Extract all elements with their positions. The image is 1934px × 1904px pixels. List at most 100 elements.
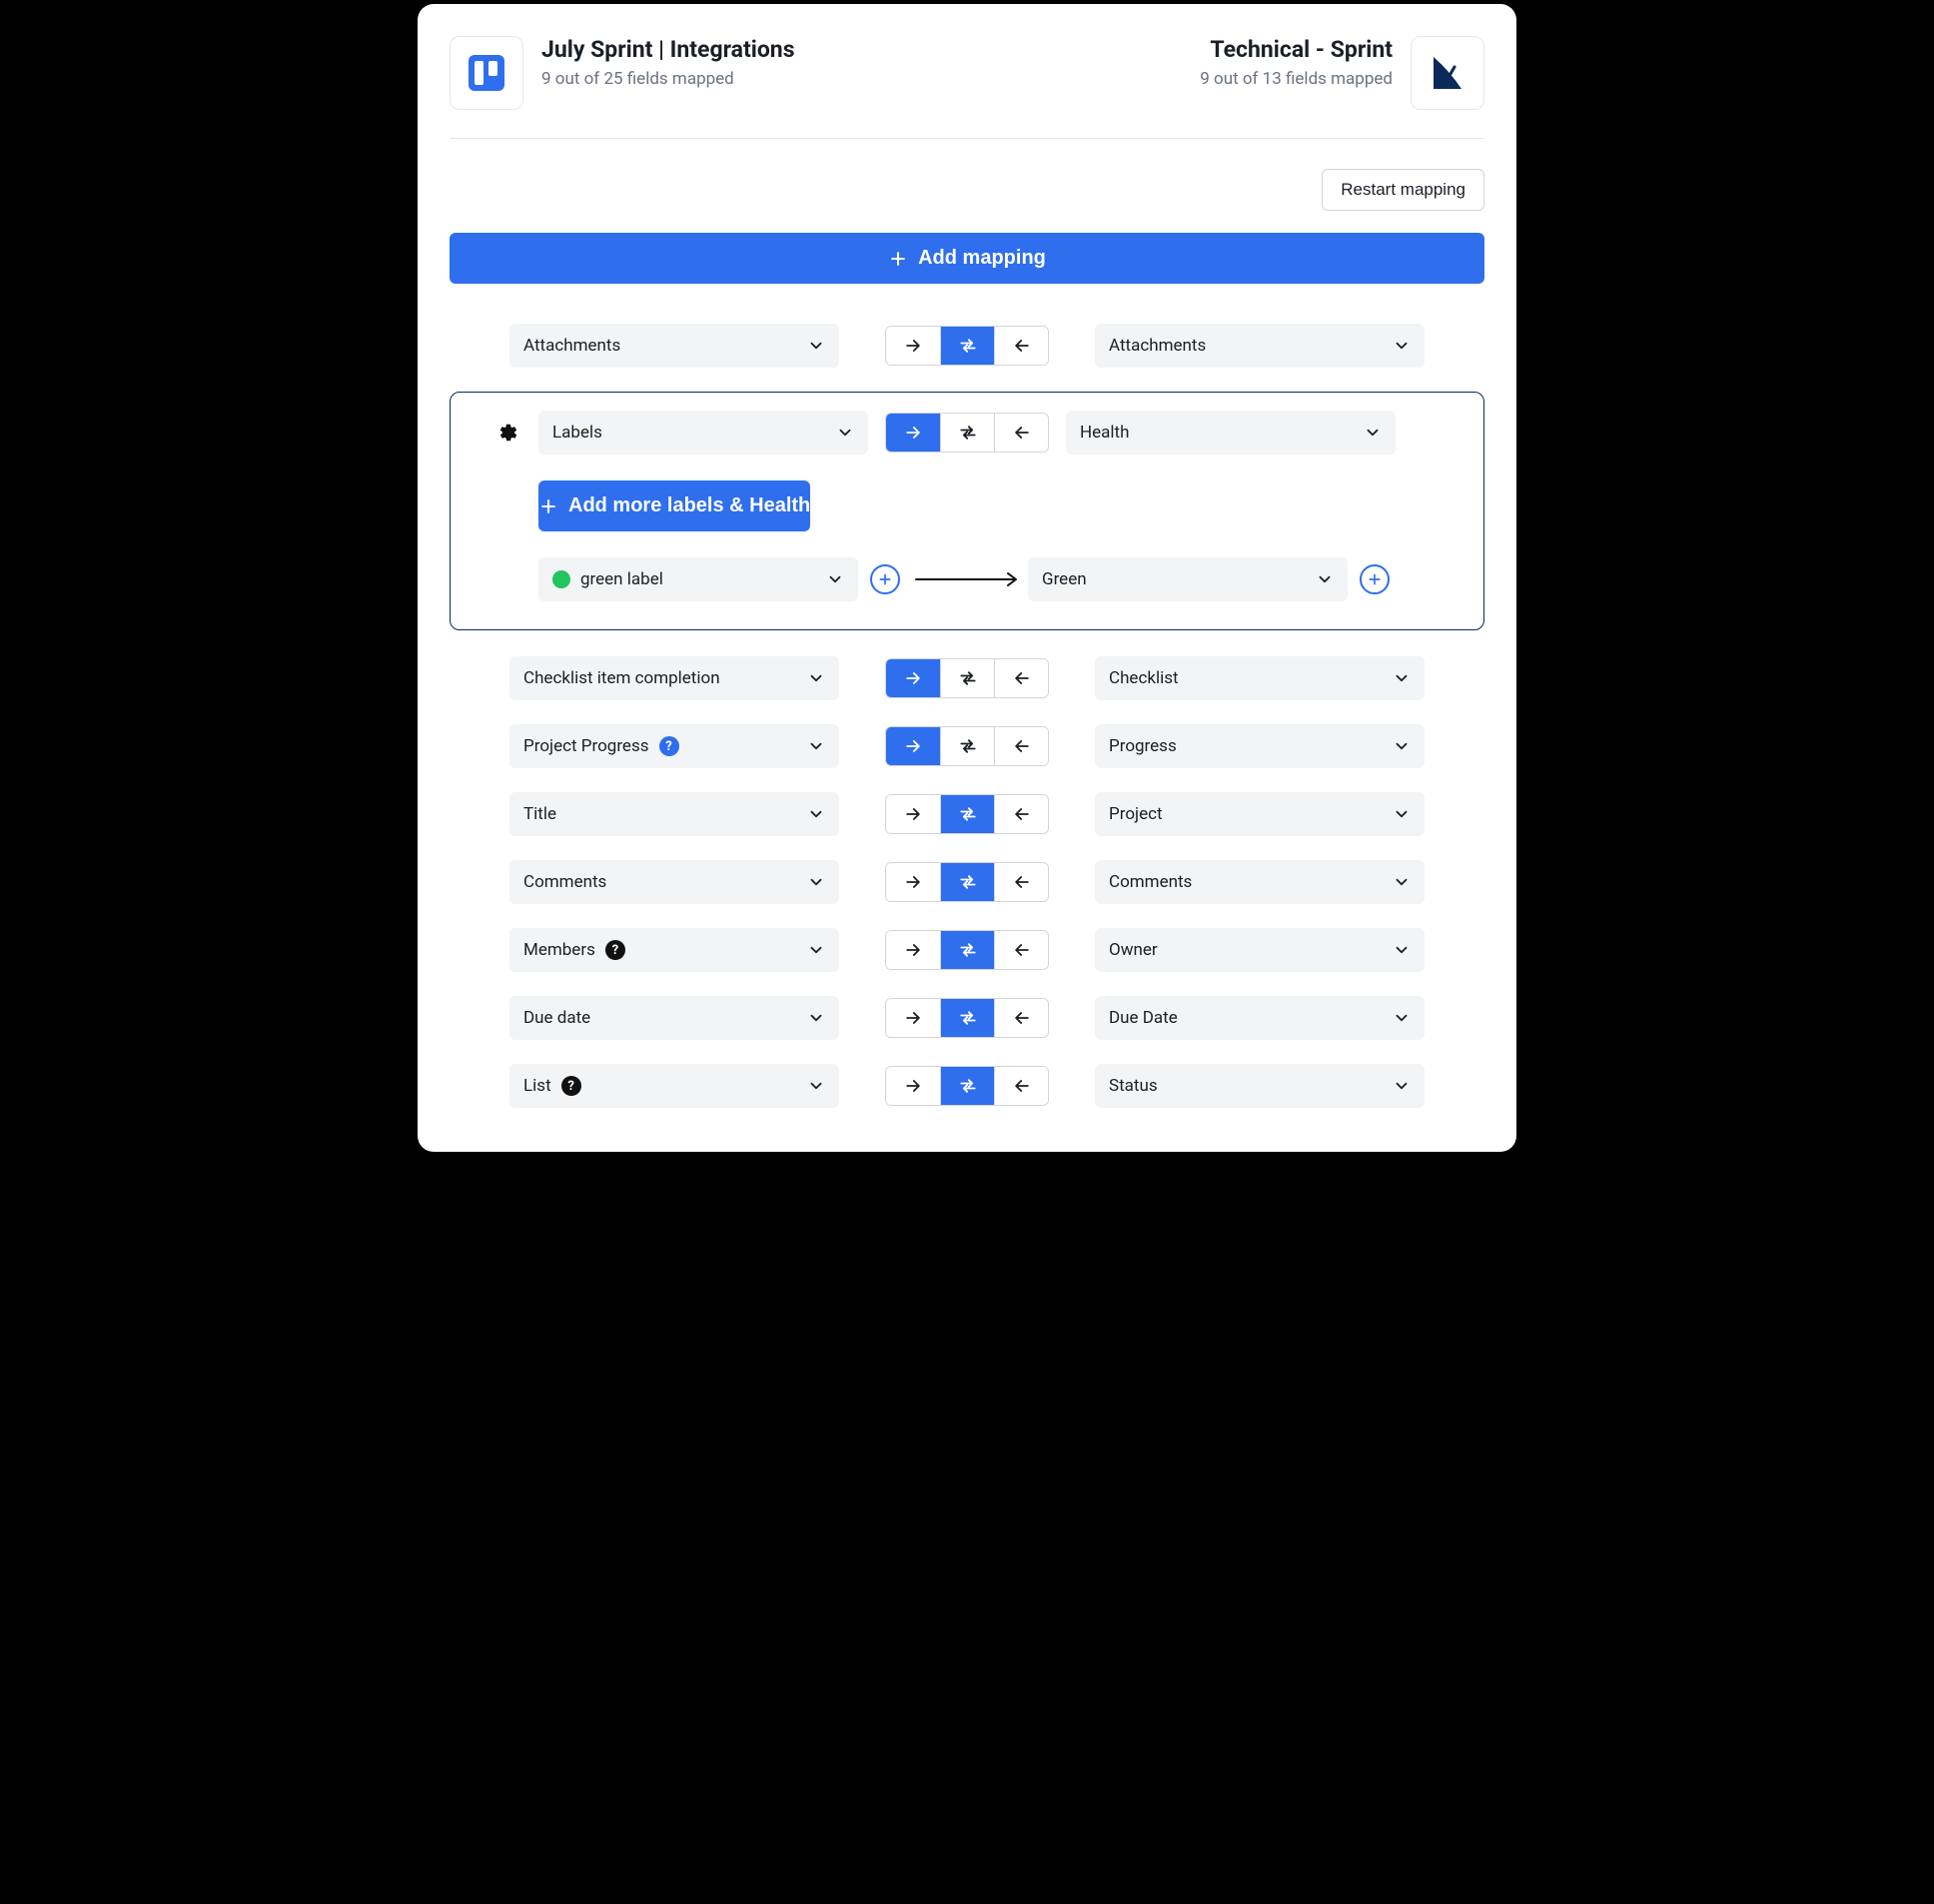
- direction-both-button[interactable]: [940, 1067, 994, 1105]
- chevron-down-icon: [1393, 1077, 1411, 1095]
- direction-left-button[interactable]: [994, 999, 1048, 1037]
- help-icon[interactable]: ?: [561, 1076, 581, 1096]
- direction-left-button[interactable]: [994, 659, 1048, 697]
- field-label: Checklist: [1109, 668, 1179, 688]
- direction-right-button[interactable]: [886, 999, 940, 1037]
- field-label: Project Progress: [523, 736, 649, 756]
- direction-both-button[interactable]: [940, 999, 994, 1037]
- right-field-select[interactable]: Status: [1095, 1064, 1425, 1108]
- direction-both-button[interactable]: [940, 727, 994, 765]
- mapping-row: List? Status: [450, 1064, 1484, 1108]
- expanded-mapping-card: Labels Health: [450, 392, 1484, 630]
- right-field-select[interactable]: Checklist: [1095, 656, 1425, 700]
- direction-both-button[interactable]: [940, 659, 994, 697]
- field-label: Due Date: [1109, 1008, 1178, 1028]
- mapping-row: Checklist item completion Checklist: [450, 656, 1484, 700]
- mapping-row: Attachments Attachments: [450, 324, 1484, 368]
- direction-both-button[interactable]: [940, 327, 994, 365]
- left-field-select[interactable]: Due date: [509, 996, 839, 1040]
- mapping-row: Members? Owner: [450, 928, 1484, 972]
- field-label: Title: [523, 804, 556, 824]
- direction-left-button[interactable]: [994, 795, 1048, 833]
- left-field-select[interactable]: Labels: [538, 411, 868, 455]
- left-field-select[interactable]: Checklist item completion: [509, 656, 839, 700]
- direction-left-button[interactable]: [994, 414, 1048, 452]
- direction-left-button[interactable]: [994, 931, 1048, 969]
- add-mapping-button[interactable]: Add mapping: [450, 233, 1484, 284]
- field-label: Status: [1109, 1076, 1158, 1096]
- label-name: Green: [1042, 569, 1087, 589]
- chevron-down-icon: [807, 737, 825, 755]
- direction-left-button[interactable]: [994, 327, 1048, 365]
- direction-left-button[interactable]: [994, 727, 1048, 765]
- direction-toggle: [839, 658, 1095, 698]
- chevron-down-icon: [807, 1009, 825, 1027]
- field-label: Due date: [523, 1008, 590, 1028]
- right-field-select[interactable]: Comments: [1095, 860, 1425, 904]
- mapping-row: Comments Comments: [450, 860, 1484, 904]
- direction-both-button[interactable]: [940, 414, 994, 452]
- add-mapping-label: Add mapping: [918, 247, 1046, 270]
- right-field-select[interactable]: Progress: [1095, 724, 1425, 768]
- chevron-down-icon: [1393, 737, 1411, 755]
- chevron-down-icon: [1393, 941, 1411, 959]
- right-source-subtitle: 9 out of 13 fields mapped: [1200, 69, 1393, 89]
- restart-mapping-button[interactable]: Restart mapping: [1322, 169, 1484, 211]
- direction-right-button[interactable]: [886, 327, 940, 365]
- direction-left-button[interactable]: [994, 863, 1048, 901]
- direction-right-button[interactable]: [886, 1067, 940, 1105]
- chevron-down-icon: [1316, 570, 1334, 588]
- direction-right-button[interactable]: [886, 659, 940, 697]
- left-source-title: July Sprint | Integrations: [541, 36, 795, 63]
- direction-left-button[interactable]: [994, 1067, 1048, 1105]
- right-field-select[interactable]: Health: [1066, 411, 1396, 455]
- direction-both-button[interactable]: [940, 931, 994, 969]
- add-right-value-button[interactable]: [1360, 564, 1390, 594]
- label-name: green label: [580, 569, 663, 589]
- chevron-down-icon: [826, 570, 844, 588]
- add-more-labels-button[interactable]: Add more labels & Health: [538, 480, 810, 531]
- help-icon[interactable]: ?: [659, 736, 679, 756]
- add-more-label: Add more labels & Health: [568, 494, 810, 517]
- right-field-select[interactable]: Attachments: [1095, 324, 1425, 368]
- field-label: List: [523, 1076, 551, 1096]
- right-field-select[interactable]: Project: [1095, 792, 1425, 836]
- chevron-down-icon: [807, 337, 825, 355]
- direction-right-button[interactable]: [886, 863, 940, 901]
- help-icon[interactable]: ?: [605, 940, 625, 960]
- left-field-select[interactable]: Members?: [509, 928, 839, 972]
- right-field-select[interactable]: Owner: [1095, 928, 1425, 972]
- left-field-select[interactable]: List?: [509, 1064, 839, 1108]
- add-left-value-button[interactable]: [870, 564, 900, 594]
- direction-both-button[interactable]: [940, 795, 994, 833]
- field-label: Project: [1109, 804, 1163, 824]
- mapping-row: Project Progress? Progress: [450, 724, 1484, 768]
- trello-icon: [450, 36, 523, 110]
- direction-right-button[interactable]: [886, 931, 940, 969]
- left-field-select[interactable]: Attachments: [509, 324, 839, 368]
- field-label: Attachments: [523, 336, 620, 356]
- direction-both-button[interactable]: [940, 863, 994, 901]
- direction-right-button[interactable]: [886, 795, 940, 833]
- right-source-title: Technical - Sprint: [1200, 36, 1393, 63]
- left-field-select[interactable]: Project Progress?: [509, 724, 839, 768]
- field-label: Progress: [1109, 736, 1177, 756]
- mapping-row: Title Project: [450, 792, 1484, 836]
- direction-toggle: [868, 413, 1066, 453]
- right-field-select[interactable]: Due Date: [1095, 996, 1425, 1040]
- direction-right-button[interactable]: [886, 727, 940, 765]
- label-mapping-row: green label Green: [538, 557, 1396, 601]
- direction-toggle: [839, 998, 1095, 1038]
- field-label: Members: [523, 940, 595, 960]
- left-field-select[interactable]: Comments: [509, 860, 839, 904]
- direction-toggle: [839, 326, 1095, 366]
- toolbar: Restart mapping: [450, 169, 1484, 211]
- label-left-select[interactable]: green label: [538, 557, 858, 601]
- label-right-select[interactable]: Green: [1028, 557, 1348, 601]
- field-label: Owner: [1109, 940, 1158, 960]
- gear-icon[interactable]: [498, 423, 518, 443]
- direction-toggle: [839, 862, 1095, 902]
- chevron-down-icon: [1393, 669, 1411, 687]
- left-field-select[interactable]: Title: [509, 792, 839, 836]
- direction-right-button[interactable]: [886, 414, 940, 452]
